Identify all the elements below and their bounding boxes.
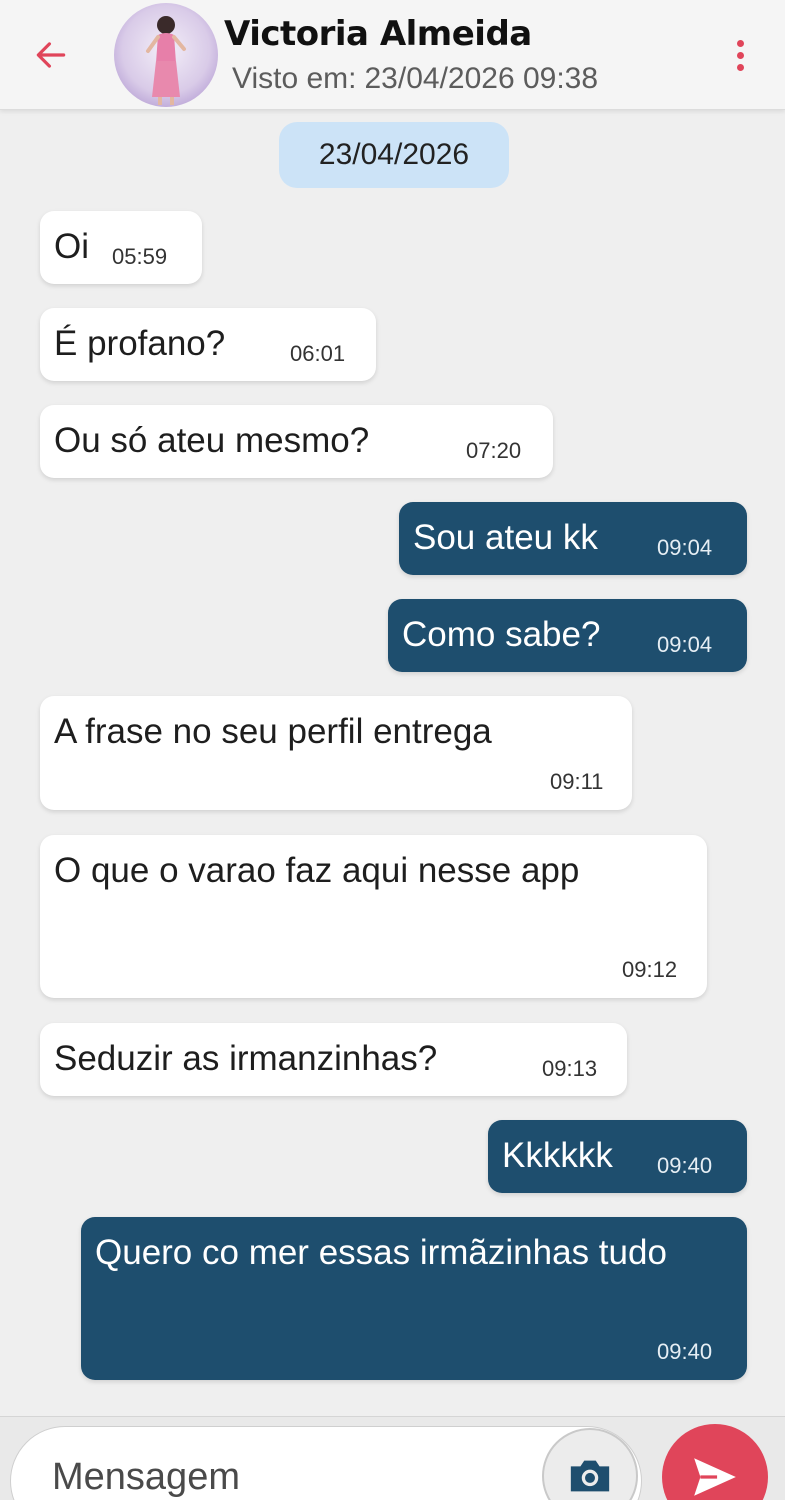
message-time: 09:12 [622,957,678,982]
outgoing-message[interactable]: Quero co mer essas irmãzinhas tudo 09:40 [81,1217,747,1380]
message-time: 05:59 [112,244,168,269]
outgoing-message[interactable]: Sou ateu kk 09:04 [399,502,747,575]
contact-name[interactable]: Victoria Almeida [224,14,532,54]
message-input-placeholder: Mensagem [52,1456,240,1498]
message-time: 09:11 [550,769,604,794]
back-button[interactable] [24,28,78,82]
avatar[interactable] [114,3,218,107]
message-time: 09:40 [657,1153,713,1178]
incoming-message[interactable]: Seduzir as irmanzinhas? 09:13 [40,1023,627,1096]
incoming-message[interactable]: Ou só ateu mesmo? 07:20 [40,405,553,478]
outgoing-message[interactable]: Kkkkkk 09:40 [488,1120,747,1193]
more-vertical-icon [736,39,744,71]
message-time: 09:40 [657,1339,713,1364]
last-seen-prefix: Visto em: [232,62,357,95]
incoming-message[interactable]: O que o varao faz aqui nesse app 09:12 [40,835,707,998]
message-time: 07:20 [466,438,522,463]
message-text: Kkkkkk [502,1136,613,1175]
message-time: 06:01 [290,341,346,366]
incoming-message[interactable]: A frase no seu perfil entrega 09:11 [40,696,632,810]
camera-icon [570,1460,610,1492]
message-text: É profano? [54,324,226,363]
arrow-left-icon [36,42,66,68]
incoming-message[interactable]: Oi 05:59 [40,211,202,284]
message-text: Seduzir as irmanzinhas? [54,1039,438,1078]
message-time: 09:04 [657,535,713,560]
chat-header: Victoria Almeida Visto em: 23/04/2026 09:… [0,0,785,110]
message-text: O que o varao faz aqui nesse app [54,851,580,890]
message-text: Sou ateu kk [413,518,598,557]
message-text: Como sabe? [402,615,601,654]
message-text: A frase no seu perfil entrega [54,712,492,751]
message-text: Ou só ateu mesmo? [54,421,370,460]
message-time: 09:13 [542,1056,598,1081]
incoming-message[interactable]: É profano? 06:01 [40,308,376,381]
outgoing-message[interactable]: Como sabe? 09:04 [388,599,747,672]
more-options-button[interactable] [720,30,760,80]
message-text: Oi [54,227,89,266]
message-text: Quero co mer essas irmãzinhas tudo [95,1233,667,1272]
last-seen-value: 23/04/2026 09:38 [364,62,599,95]
last-seen-status: Visto em: 23/04/2026 09:38 [232,62,606,96]
message-time: 09:04 [657,632,713,657]
date-separator: 23/04/2026 [279,122,509,188]
send-icon [694,1458,736,1496]
